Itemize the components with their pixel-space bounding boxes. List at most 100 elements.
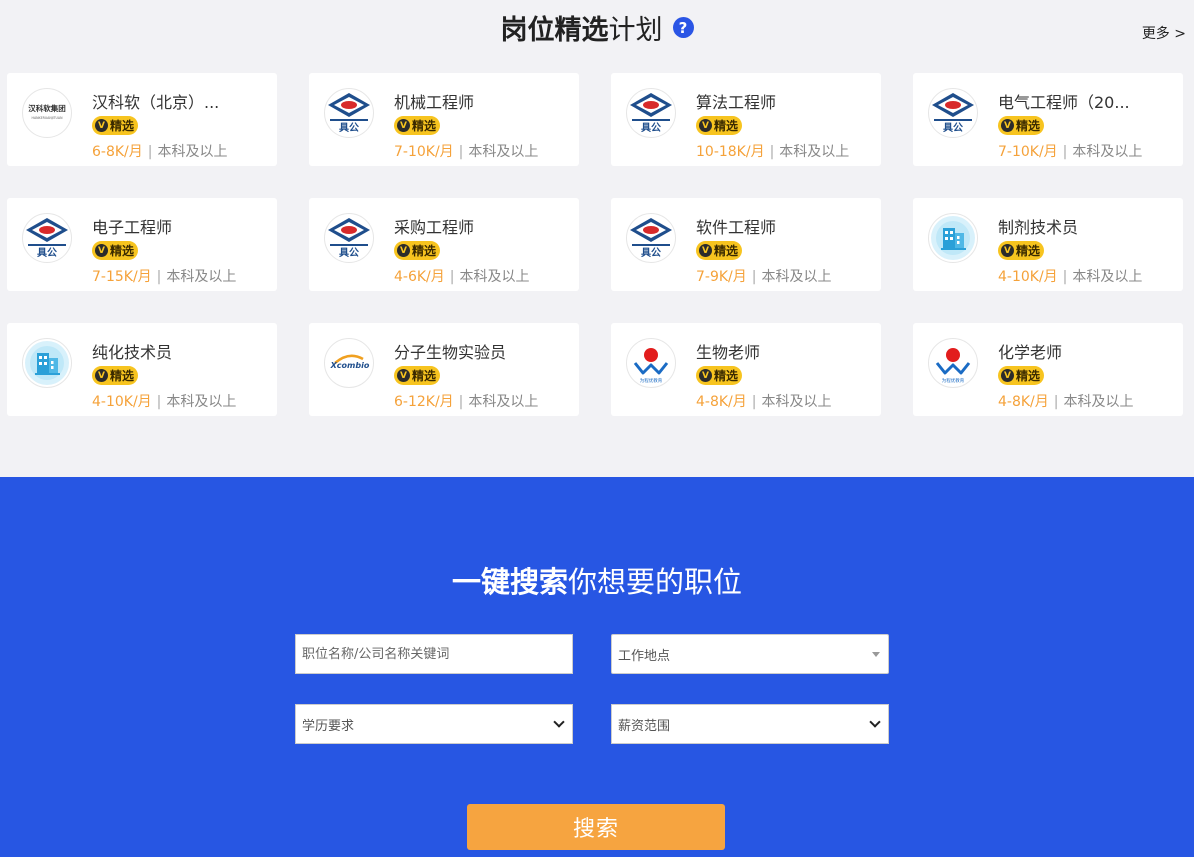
featured-badge: V 精选 bbox=[696, 241, 743, 260]
chevron-down-icon bbox=[553, 716, 565, 728]
featured-badge-label: 精选 bbox=[1016, 369, 1041, 383]
caret-down-icon bbox=[872, 652, 880, 657]
featured-badge-label: 精选 bbox=[110, 369, 135, 383]
featured-badge-label: 精选 bbox=[412, 244, 437, 258]
diamond-company-logo: 具公 bbox=[22, 213, 72, 263]
job-card[interactable]: 制剂技术员 V 精选 4-10K/月 | 本科及以上 bbox=[913, 198, 1183, 291]
job-card[interactable]: Xcombio 分子生物实验员 V 精选 6-12K/月 | 本科及以上 bbox=[309, 323, 579, 416]
svg-text:具公: 具公 bbox=[640, 122, 661, 134]
job-salary: 10-18K/月 bbox=[696, 144, 765, 160]
keyword-input[interactable] bbox=[302, 635, 572, 673]
job-title: 软件工程师 bbox=[696, 218, 777, 237]
svg-text:汉科软集团: 汉科软集团 bbox=[28, 103, 66, 113]
job-card[interactable]: 具公 采购工程师 V 精选 4-6K/月 | 本科及以上 bbox=[309, 198, 579, 291]
job-salary: 4-10K/月 bbox=[92, 394, 152, 410]
meta-separator: | bbox=[156, 394, 162, 410]
featured-badge: V 精选 bbox=[92, 366, 139, 385]
svg-text:为程优教育: 为程优教育 bbox=[640, 377, 663, 384]
diamond-company-logo: 具公 bbox=[626, 213, 676, 263]
building-logo bbox=[22, 338, 72, 388]
diamond-company-logo: 具公 bbox=[324, 213, 374, 263]
meta-separator: | bbox=[156, 269, 162, 285]
job-card[interactable]: 具公 软件工程师 V 精选 7-9K/月 | 本科及以上 bbox=[611, 198, 881, 291]
location-select[interactable]: 工作地点 bbox=[611, 634, 889, 674]
job-education: 本科及以上 bbox=[1072, 144, 1143, 160]
job-salary: 4-10K/月 bbox=[998, 269, 1058, 285]
chevron-down-icon bbox=[869, 716, 881, 728]
job-card[interactable]: 具公 电子工程师 V 精选 7-15K/月 | 本科及以上 bbox=[7, 198, 277, 291]
meta-separator: | bbox=[1062, 144, 1068, 160]
v-badge-icon: V bbox=[397, 244, 410, 257]
job-education: 本科及以上 bbox=[157, 144, 228, 160]
featured-badge: V 精选 bbox=[998, 241, 1045, 260]
v-badge-icon: V bbox=[1001, 244, 1014, 257]
featured-badge-label: 精选 bbox=[412, 119, 437, 133]
job-card[interactable]: 具公 机械工程师 V 精选 7-10K/月 | 本科及以上 bbox=[309, 73, 579, 166]
featured-jobs-section: 岗位精选 计划 ? 更多 > 汉科软集团 HANKERUANJITUAN 汉科软（北京… bbox=[0, 0, 1194, 477]
job-education: 本科及以上 bbox=[1063, 394, 1134, 410]
search-button[interactable]: 搜索 bbox=[467, 804, 725, 850]
job-title: 制剂技术员 bbox=[998, 218, 1079, 237]
svg-text:具公: 具公 bbox=[338, 122, 359, 134]
job-card[interactable]: 为程优教育 生物老师 V 精选 4-8K/月 | 本科及以上 bbox=[611, 323, 881, 416]
v-badge-icon: V bbox=[1001, 119, 1014, 132]
featured-badge: V 精选 bbox=[92, 241, 139, 260]
job-education: 本科及以上 bbox=[166, 269, 237, 285]
featured-badge-label: 精选 bbox=[1016, 244, 1041, 258]
job-card[interactable]: 为程优教育 化学老师 V 精选 4-8K/月 | 本科及以上 bbox=[913, 323, 1183, 416]
job-title: 电气工程师（20... bbox=[998, 93, 1130, 112]
job-education: 本科及以上 bbox=[761, 269, 832, 285]
meta-separator: | bbox=[458, 144, 464, 160]
meta-separator: | bbox=[1053, 394, 1059, 410]
svg-text:为程优教育: 为程优教育 bbox=[942, 377, 965, 384]
job-title: 生物老师 bbox=[696, 343, 761, 362]
job-card[interactable]: 具公 算法工程师 V 精选 10-18K/月 | 本科及以上 bbox=[611, 73, 881, 166]
job-meta: 4-8K/月 | 本科及以上 bbox=[696, 391, 831, 411]
job-meta: 7-10K/月 | 本科及以上 bbox=[998, 141, 1142, 161]
job-salary: 6-8K/月 bbox=[92, 144, 143, 160]
job-meta: 10-18K/月 | 本科及以上 bbox=[696, 141, 849, 161]
search-title: 一键搜索你想要的职位 bbox=[451, 565, 743, 599]
featured-badge: V 精选 bbox=[394, 241, 441, 260]
v-badge-icon: V bbox=[397, 369, 410, 382]
featured-badge: V 精选 bbox=[696, 366, 743, 385]
featured-badge-label: 精选 bbox=[714, 244, 739, 258]
keyword-field bbox=[295, 634, 573, 674]
diamond-company-logo: 具公 bbox=[626, 88, 676, 138]
job-salary: 7-9K/月 bbox=[696, 269, 747, 285]
featured-badge-label: 精选 bbox=[412, 369, 437, 383]
diamond-company-logo: 具公 bbox=[928, 88, 978, 138]
question-circle-icon[interactable]: ? bbox=[672, 17, 694, 38]
job-card[interactable]: 纯化技术员 V 精选 4-10K/月 | 本科及以上 bbox=[7, 323, 277, 416]
job-meta: 4-10K/月 | 本科及以上 bbox=[998, 266, 1142, 286]
education-select[interactable]: 学历要求 bbox=[295, 704, 573, 744]
featured-badge-label: 精选 bbox=[110, 244, 135, 258]
sun-wave-logo: 为程优教育 bbox=[626, 338, 676, 388]
job-meta: 4-6K/月 | 本科及以上 bbox=[394, 266, 529, 286]
featured-badge-label: 精选 bbox=[110, 119, 135, 133]
svg-text:HANKERUANJITUAN: HANKERUANJITUAN bbox=[32, 116, 64, 120]
job-title: 机械工程师 bbox=[394, 93, 475, 112]
featured-badge-label: 精选 bbox=[714, 119, 739, 133]
job-meta: 6-8K/月 | 本科及以上 bbox=[92, 141, 227, 161]
job-education: 本科及以上 bbox=[166, 394, 237, 410]
svg-text:Xcombio: Xcombio bbox=[330, 361, 370, 370]
section-title: 岗位精选 计划 ? bbox=[501, 8, 694, 47]
meta-separator: | bbox=[1062, 269, 1068, 285]
xcombio-logo: Xcombio bbox=[324, 338, 374, 388]
featured-badge: V 精选 bbox=[998, 366, 1045, 385]
meta-separator: | bbox=[751, 394, 757, 410]
job-salary: 7-10K/月 bbox=[394, 144, 454, 160]
featured-badge: V 精选 bbox=[92, 116, 139, 135]
job-card[interactable]: 汉科软集团 HANKERUANJITUAN 汉科软（北京）... V 精选 6-8K/月 |… bbox=[7, 73, 277, 166]
job-card[interactable]: 具公 电气工程师（20... V 精选 7-10K/月 | 本科及以上 bbox=[913, 73, 1183, 166]
salary-select[interactable]: 薪资范围 bbox=[611, 704, 889, 744]
more-link[interactable]: 更多 > bbox=[1142, 23, 1186, 43]
job-title: 化学老师 bbox=[998, 343, 1063, 362]
building-logo bbox=[928, 213, 978, 263]
job-salary: 7-15K/月 bbox=[92, 269, 152, 285]
job-education: 本科及以上 bbox=[459, 269, 530, 285]
v-badge-icon: V bbox=[699, 119, 712, 132]
job-salary: 4-8K/月 bbox=[696, 394, 747, 410]
v-badge-icon: V bbox=[699, 244, 712, 257]
